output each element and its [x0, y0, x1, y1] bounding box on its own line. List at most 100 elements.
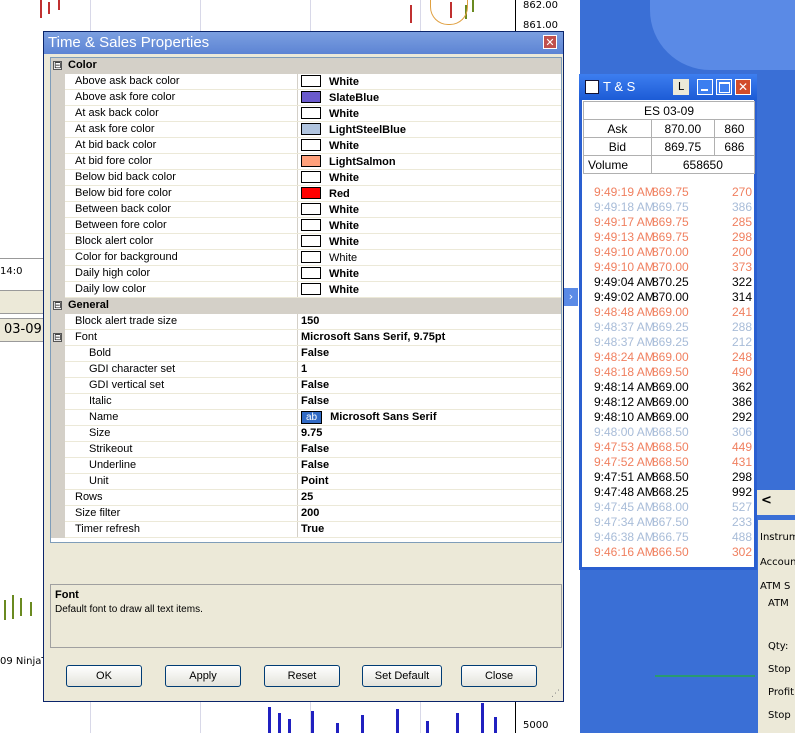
property-value[interactable]: 25: [301, 491, 313, 503]
trade-price: 866.50: [652, 545, 689, 559]
property-row[interactable]: Block alert color White: [51, 234, 561, 250]
property-value[interactable]: True: [301, 523, 324, 535]
property-value[interactable]: SlateBlue: [301, 91, 379, 104]
property-row[interactable]: Below bid back color White: [51, 170, 561, 186]
property-value[interactable]: Point: [301, 475, 329, 487]
maximize-icon[interactable]: [716, 79, 732, 95]
property-row[interactable]: At ask fore color LightSteelBlue: [51, 122, 561, 138]
property-value[interactable]: False: [301, 459, 329, 471]
property-value[interactable]: White: [301, 203, 359, 216]
property-row[interactable]: Below bid fore color Red: [51, 186, 561, 202]
dialog-titlebar[interactable]: Time & Sales Properties ✕: [44, 32, 563, 54]
property-value[interactable]: Microsoft Sans Serif, 9.75pt: [301, 331, 445, 343]
property-row[interactable]: Between back color White: [51, 202, 561, 218]
property-value[interactable]: False: [301, 379, 329, 391]
trade-time: 9:49:04 AM: [594, 275, 655, 289]
property-category[interactable]: ⊟ Color: [51, 58, 561, 74]
column-separator: [297, 90, 298, 106]
qty-label: Qty:: [768, 641, 789, 652]
property-value[interactable]: White: [301, 75, 359, 88]
trade-price: 869.00: [652, 380, 689, 394]
close-icon[interactable]: ✕: [735, 79, 751, 95]
collapse-arrow-button[interactable]: <: [755, 490, 795, 515]
property-value[interactable]: ab Microsoft Sans Serif: [301, 411, 436, 424]
property-row[interactable]: Block alert trade size 150: [51, 314, 561, 330]
close-button[interactable]: Close: [461, 665, 537, 687]
property-value[interactable]: LightSteelBlue: [301, 123, 406, 136]
property-row[interactable]: Strikeout False: [51, 442, 561, 458]
property-value[interactable]: 150: [301, 315, 319, 327]
property-value-text: 150: [301, 315, 320, 327]
volume-label: Volume: [583, 155, 652, 174]
property-row[interactable]: Underline False: [51, 458, 561, 474]
link-button[interactable]: L: [673, 79, 689, 95]
collapse-toggle-icon[interactable]: ⊟: [53, 333, 62, 343]
property-row[interactable]: Italic False: [51, 394, 561, 410]
property-value[interactable]: White: [301, 251, 357, 264]
property-row[interactable]: Daily low color White: [51, 282, 561, 298]
collapse-toggle-icon[interactable]: ⊟: [53, 301, 62, 311]
property-value[interactable]: White: [301, 235, 359, 248]
chart-tab-strip[interactable]: 03-09: [0, 318, 48, 342]
property-row[interactable]: Between fore color White: [51, 218, 561, 234]
property-row[interactable]: Color for background White: [51, 250, 561, 266]
property-row[interactable]: ⊟ Font Microsoft Sans Serif, 9.75pt: [51, 330, 561, 346]
property-row[interactable]: Rows 25: [51, 490, 561, 506]
property-row[interactable]: Size 9.75: [51, 426, 561, 442]
collapse-toggle-icon[interactable]: ⊟: [53, 61, 62, 71]
property-row[interactable]: Above ask back color White: [51, 74, 561, 90]
property-value[interactable]: White: [301, 139, 359, 152]
dialog-close-icon[interactable]: ✕: [543, 35, 557, 49]
row-gutter: ⊟: [51, 330, 65, 346]
property-row[interactable]: Bold False: [51, 346, 561, 362]
apply-button[interactable]: Apply: [165, 665, 241, 687]
trade-price: 868.50: [652, 440, 689, 454]
trade-time: 9:49:17 AM: [594, 215, 655, 229]
splitter-arrow-icon[interactable]: ›: [564, 288, 578, 306]
property-value[interactable]: White: [301, 219, 359, 232]
property-name: Size: [89, 427, 111, 439]
property-row[interactable]: Above ask fore color SlateBlue: [51, 90, 561, 106]
column-separator: [297, 186, 298, 202]
minimize-icon[interactable]: [697, 79, 713, 95]
property-value[interactable]: False: [301, 443, 329, 455]
trade-price: 869.75: [652, 230, 689, 244]
property-value[interactable]: 1: [301, 363, 307, 375]
ok-button[interactable]: OK: [66, 665, 142, 687]
property-name: Block alert trade size: [75, 315, 178, 327]
trade-list[interactable]: 9:49:19 AM 869.75 270 9:49:18 AM 869.75 386 9:…: [582, 185, 754, 565]
property-value[interactable]: LightSalmon: [301, 155, 396, 168]
property-value[interactable]: White: [301, 107, 359, 120]
property-value-text: 25: [301, 491, 314, 503]
property-row[interactable]: Daily high color White: [51, 266, 561, 282]
property-value[interactable]: 9.75: [301, 427, 322, 439]
property-value-text: SlateBlue: [329, 92, 380, 104]
property-value[interactable]: Red: [301, 187, 350, 200]
resize-grip-icon[interactable]: ⋰: [551, 689, 561, 699]
property-value[interactable]: False: [301, 347, 329, 359]
property-row[interactable]: Unit Point: [51, 474, 561, 490]
column-separator: [297, 170, 298, 186]
property-row[interactable]: Name ab Microsoft Sans Serif: [51, 410, 561, 426]
property-category[interactable]: ⊟ General: [51, 298, 561, 314]
property-name: At bid fore color: [75, 155, 153, 167]
trade-time: 9:48:18 AM: [594, 365, 655, 379]
property-grid[interactable]: ⊟ Color Above ask back color White Above ask…: [50, 57, 562, 543]
property-row[interactable]: At ask back color White: [51, 106, 561, 122]
property-value[interactable]: 200: [301, 507, 319, 519]
property-row[interactable]: Timer refresh True: [51, 522, 561, 538]
reset-button[interactable]: Reset: [264, 665, 340, 687]
property-row[interactable]: At bid fore color LightSalmon: [51, 154, 561, 170]
property-value[interactable]: White: [301, 267, 359, 280]
set-default-button[interactable]: Set Default: [362, 665, 442, 687]
property-value[interactable]: White: [301, 283, 359, 296]
property-value[interactable]: False: [301, 395, 329, 407]
column-separator: [297, 362, 298, 378]
property-value[interactable]: White: [301, 171, 359, 184]
property-row[interactable]: GDI character set 1: [51, 362, 561, 378]
property-name: Color for background: [75, 251, 178, 263]
property-row[interactable]: GDI vertical set False: [51, 378, 561, 394]
property-row[interactable]: Size filter 200: [51, 506, 561, 522]
ts-titlebar: T & S L ✕: [579, 74, 757, 100]
property-row[interactable]: At bid back color White: [51, 138, 561, 154]
